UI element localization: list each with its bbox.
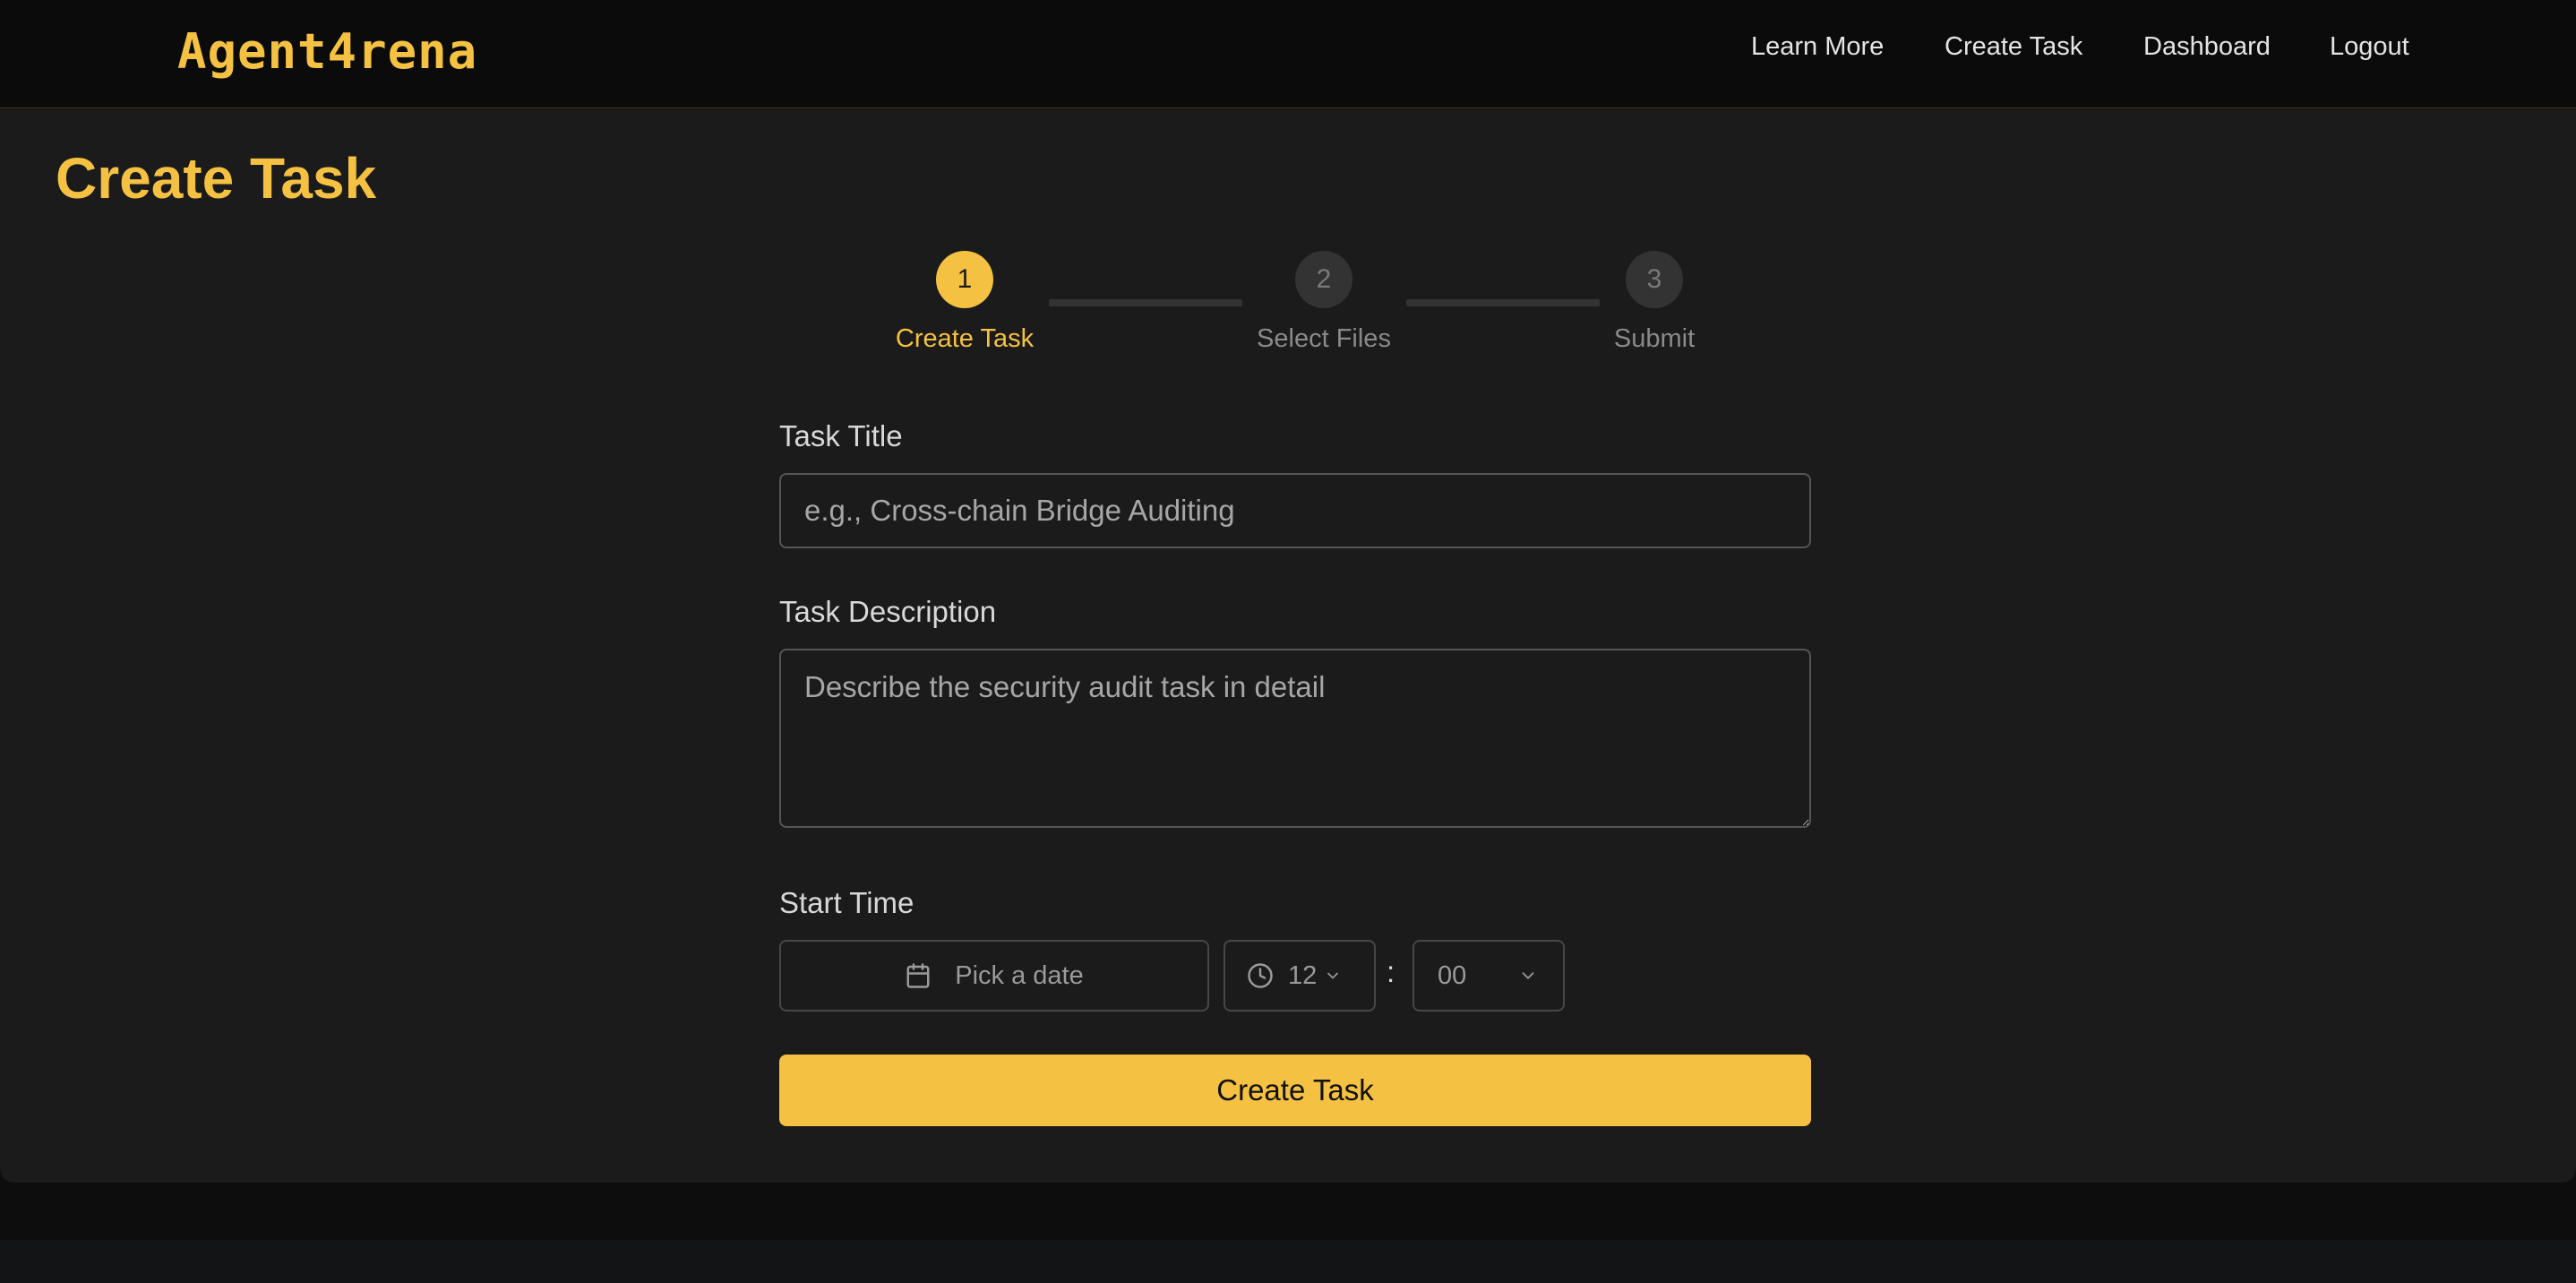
- task-title-label: Task Title: [779, 419, 903, 452]
- date-picker-placeholder: Pick a date: [955, 960, 1084, 990]
- task-description-label: Task Description: [779, 595, 997, 628]
- hour-value: 12: [1288, 960, 1318, 990]
- nav-link-logout[interactable]: Logout: [2330, 32, 2409, 62]
- page-title: Create Task: [56, 146, 377, 211]
- step-3-label: Submit: [1613, 324, 1696, 353]
- nav-link-dashboard[interactable]: Dashboard: [2143, 32, 2271, 62]
- step-connector-2: [1406, 299, 1600, 306]
- step-2-label: Select Files: [1257, 324, 1391, 353]
- hour-select[interactable]: 12: [1224, 940, 1376, 1012]
- chevron-down-icon: [1518, 966, 1538, 986]
- main-panel: Create Task 1 2 3 Create Task Select Fil…: [0, 109, 2576, 1183]
- step-1-circle: 1: [936, 251, 993, 308]
- task-description-textarea[interactable]: [779, 649, 1811, 828]
- time-separator: :: [1387, 955, 1395, 988]
- chevron-down-icon: [1324, 967, 1342, 985]
- calendar-icon: [905, 962, 932, 989]
- page-footer-band: [0, 1240, 2576, 1283]
- navbar: Agent4rena Learn More Create Task Dashbo…: [0, 0, 2576, 108]
- step-3-circle: 3: [1626, 251, 1683, 308]
- minute-value: 00: [1438, 960, 1467, 990]
- nav-link-learn-more[interactable]: Learn More: [1751, 32, 1884, 62]
- nav-link-create-task[interactable]: Create Task: [1945, 32, 2082, 62]
- minute-select[interactable]: 00: [1413, 940, 1565, 1012]
- step-connector-1: [1049, 299, 1242, 306]
- clock-icon: [1247, 962, 1274, 989]
- task-title-input[interactable]: [779, 473, 1811, 548]
- date-picker-button[interactable]: Pick a date: [779, 940, 1209, 1012]
- create-task-button[interactable]: Create Task: [779, 1055, 1811, 1126]
- step-2-circle: 2: [1295, 251, 1352, 308]
- start-time-label: Start Time: [779, 886, 914, 919]
- logo[interactable]: Agent4rena: [177, 23, 477, 80]
- step-1-label: Create Task: [895, 324, 1035, 353]
